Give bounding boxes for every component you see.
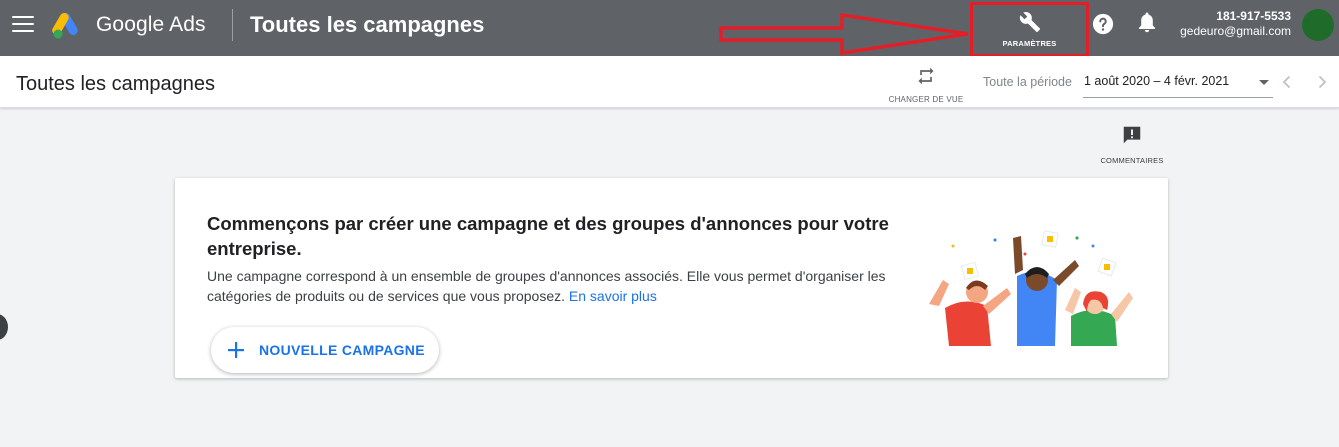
card-description: Une campagne correspond à un ensemble de… [207, 266, 927, 306]
card-description-text: Une campagne correspond à un ensemble de… [207, 268, 886, 304]
empty-state-card: Commençons par créer une campagne et des… [175, 178, 1168, 378]
avatar[interactable] [1302, 9, 1334, 41]
wrench-icon [1019, 12, 1040, 33]
account-id: 181-917-5533 [1216, 9, 1291, 23]
card-title: Commençons par créer une campagne et des… [207, 213, 889, 259]
period-label: Toute la période [983, 75, 1072, 89]
feedback-button[interactable]: COMMENTAIRES [1096, 124, 1168, 165]
chevron-left-icon[interactable] [1279, 74, 1295, 90]
settings-label: PARAMÈTRES [1002, 39, 1057, 48]
bell-icon[interactable] [1137, 11, 1157, 33]
side-panel-handle[interactable] [0, 314, 8, 340]
red-arrow-annotation [719, 12, 969, 56]
google-ads-logo[interactable] [52, 10, 84, 40]
account-info[interactable]: 181-917-5533 gedeuro@gmail.com [1180, 9, 1291, 38]
new-campaign-button[interactable]: NOUVELLE CAMPAGNE [211, 327, 439, 373]
date-range-select[interactable]: 1 août 2020 – 4 févr. 2021 [1083, 70, 1273, 98]
page-heading: Toutes les campagnes [250, 12, 485, 37]
feedback-chat-icon [1123, 126, 1141, 144]
help-circle-icon[interactable] [1092, 13, 1114, 35]
header-divider [232, 9, 233, 41]
new-campaign-label: NOUVELLE CAMPAGNE [259, 342, 425, 358]
plus-icon [228, 342, 244, 358]
change-view-label: CHANGER DE VUE [888, 95, 964, 104]
date-range-value: 1 août 2020 – 4 févr. 2021 [1084, 74, 1230, 88]
celebrating-people-illustration [929, 230, 1133, 346]
learn-more-link[interactable]: En savoir plus [569, 288, 657, 304]
feedback-label: COMMENTAIRES [1100, 156, 1164, 165]
swap-arrows-icon [918, 67, 934, 85]
top-app-bar: Google Ads Toutes les campagnes PARAMÈTR… [0, 0, 1339, 57]
hamburger-menu-icon[interactable] [12, 16, 34, 34]
brand-name: Google Ads [96, 13, 206, 36]
page-title: Toutes les campagnes [16, 73, 216, 95]
account-email: gedeuro@gmail.com [1180, 24, 1291, 38]
settings-button[interactable]: PARAMÈTRES [970, 2, 1089, 57]
caret-down-icon [1259, 80, 1269, 85]
change-view-button[interactable]: CHANGER DE VUE [886, 66, 966, 104]
page-toolbar: Toutes les campagnes CHANGER DE VUE Tout… [0, 56, 1339, 108]
chevron-right-icon[interactable] [1314, 74, 1330, 90]
